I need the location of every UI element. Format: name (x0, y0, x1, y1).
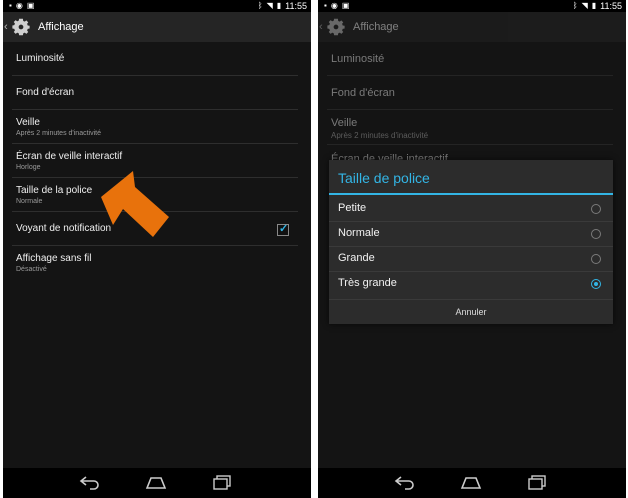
setting-item-veille: Veille Après 2 minutes d'inactivité (327, 110, 613, 145)
navigation-bar (3, 468, 311, 498)
notification-icon: ▪ (324, 1, 327, 10)
setting-title: Fond d'écran (16, 87, 75, 98)
status-time: 11:55 (285, 1, 307, 11)
setting-item-luminosite: Luminosité (327, 42, 613, 76)
setting-title: Luminosité (16, 53, 65, 64)
wifi-icon: ◥ (266, 1, 273, 10)
radio-button-selected[interactable] (591, 279, 601, 289)
setting-title: Veille (16, 117, 40, 128)
setting-summary: Horloge (16, 164, 41, 171)
status-bar: ▪ ◉ ▣ ᛒ ◥ ▮ 11:55 (318, 0, 626, 12)
page-title: Affichage (353, 21, 399, 33)
setting-title: Taille de la police (16, 185, 93, 196)
setting-item-affichage-sans-fil[interactable]: Affichage sans fil Désactivé (12, 246, 298, 279)
settings-list: Luminosité Fond d'écran Veille Après 2 m… (12, 42, 298, 279)
radio-button[interactable] (591, 229, 601, 239)
settings-gear-icon (12, 18, 30, 36)
navigation-bar (318, 468, 626, 498)
status-time: 11:55 (600, 1, 622, 11)
setting-summary: Normale (16, 198, 43, 205)
option-label: Grande (338, 252, 375, 264)
radio-button[interactable] (591, 254, 601, 264)
radio-button[interactable] (591, 204, 601, 214)
status-bar: ▪ ◉ ▣ ᛒ ◥ ▮ 11:55 (3, 0, 311, 12)
android-icon: ▣ (26, 1, 35, 10)
dialog-title-divider (329, 193, 613, 195)
setting-item-fond-ecran: Fond d'écran (327, 76, 613, 110)
checkmark-icon: ✓ (279, 223, 289, 235)
setting-item-veille[interactable]: Veille Après 2 minutes d'inactivité (12, 110, 298, 144)
battery-icon: ▮ (591, 1, 597, 10)
page-title: Affichage (38, 21, 84, 33)
chrome-icon: ◉ (15, 1, 23, 10)
cancel-button[interactable]: Annuler (329, 299, 613, 325)
setting-title: Luminosité (331, 53, 385, 65)
recent-apps-icon[interactable] (211, 474, 233, 490)
setting-title: Voyant de notification (16, 223, 112, 234)
recent-apps-icon[interactable] (526, 474, 548, 490)
battery-icon: ▮ (276, 1, 282, 10)
settings-gear-icon (327, 18, 345, 36)
font-size-option-normale[interactable]: Normale (329, 221, 613, 247)
font-size-option-tres-grande[interactable]: Très grande (329, 271, 613, 296)
option-label: Normale (338, 227, 380, 239)
wifi-icon: ◥ (581, 1, 588, 10)
setting-summary: Après 2 minutes d'inactivité (331, 131, 429, 140)
android-icon: ▣ (341, 1, 350, 10)
phone-screen-right: ▪ ◉ ▣ ᛒ ◥ ▮ 11:55 ‹ Affichage Luminosité… (318, 0, 626, 498)
bluetooth-icon: ᛒ (257, 1, 263, 10)
home-icon[interactable] (145, 474, 167, 490)
option-label: Très grande (338, 277, 397, 289)
option-label: Petite (338, 202, 367, 214)
chrome-icon: ◉ (330, 1, 338, 10)
back-icon[interactable] (79, 474, 101, 490)
setting-title: Affichage sans fil (16, 253, 92, 264)
font-size-option-petite[interactable]: Petite (329, 196, 613, 222)
action-bar[interactable]: ‹ Affichage (3, 12, 311, 42)
bluetooth-icon: ᛒ (572, 1, 578, 10)
setting-item-fond-ecran[interactable]: Fond d'écran (12, 76, 298, 110)
dialog-title: Taille de police (338, 170, 430, 186)
phone-screen-left: ▪ ◉ ▣ ᛒ ◥ ▮ 11:55 ‹ Affichage Luminosité… (3, 0, 311, 498)
settings-list-dimmed: Luminosité Fond d'écran Veille Après 2 m… (327, 42, 613, 178)
setting-item-luminosite[interactable]: Luminosité (12, 42, 298, 76)
setting-summary: Après 2 minutes d'inactivité (16, 130, 101, 137)
home-icon[interactable] (460, 474, 482, 490)
font-size-dialog: Taille de police Petite Normale Grande T… (329, 160, 613, 324)
back-icon[interactable] (394, 474, 416, 490)
orange-pointer-arrow-icon (101, 171, 169, 237)
setting-title: Écran de veille interactif (16, 151, 123, 162)
setting-title: Fond d'écran (331, 87, 395, 99)
font-size-option-grande[interactable]: Grande (329, 246, 613, 272)
setting-summary: Désactivé (16, 266, 47, 273)
action-bar: ‹ Affichage (318, 12, 626, 42)
notification-icon: ▪ (9, 1, 12, 10)
setting-title: Veille (331, 117, 358, 129)
notification-light-checkbox[interactable]: ✓ (277, 223, 289, 236)
